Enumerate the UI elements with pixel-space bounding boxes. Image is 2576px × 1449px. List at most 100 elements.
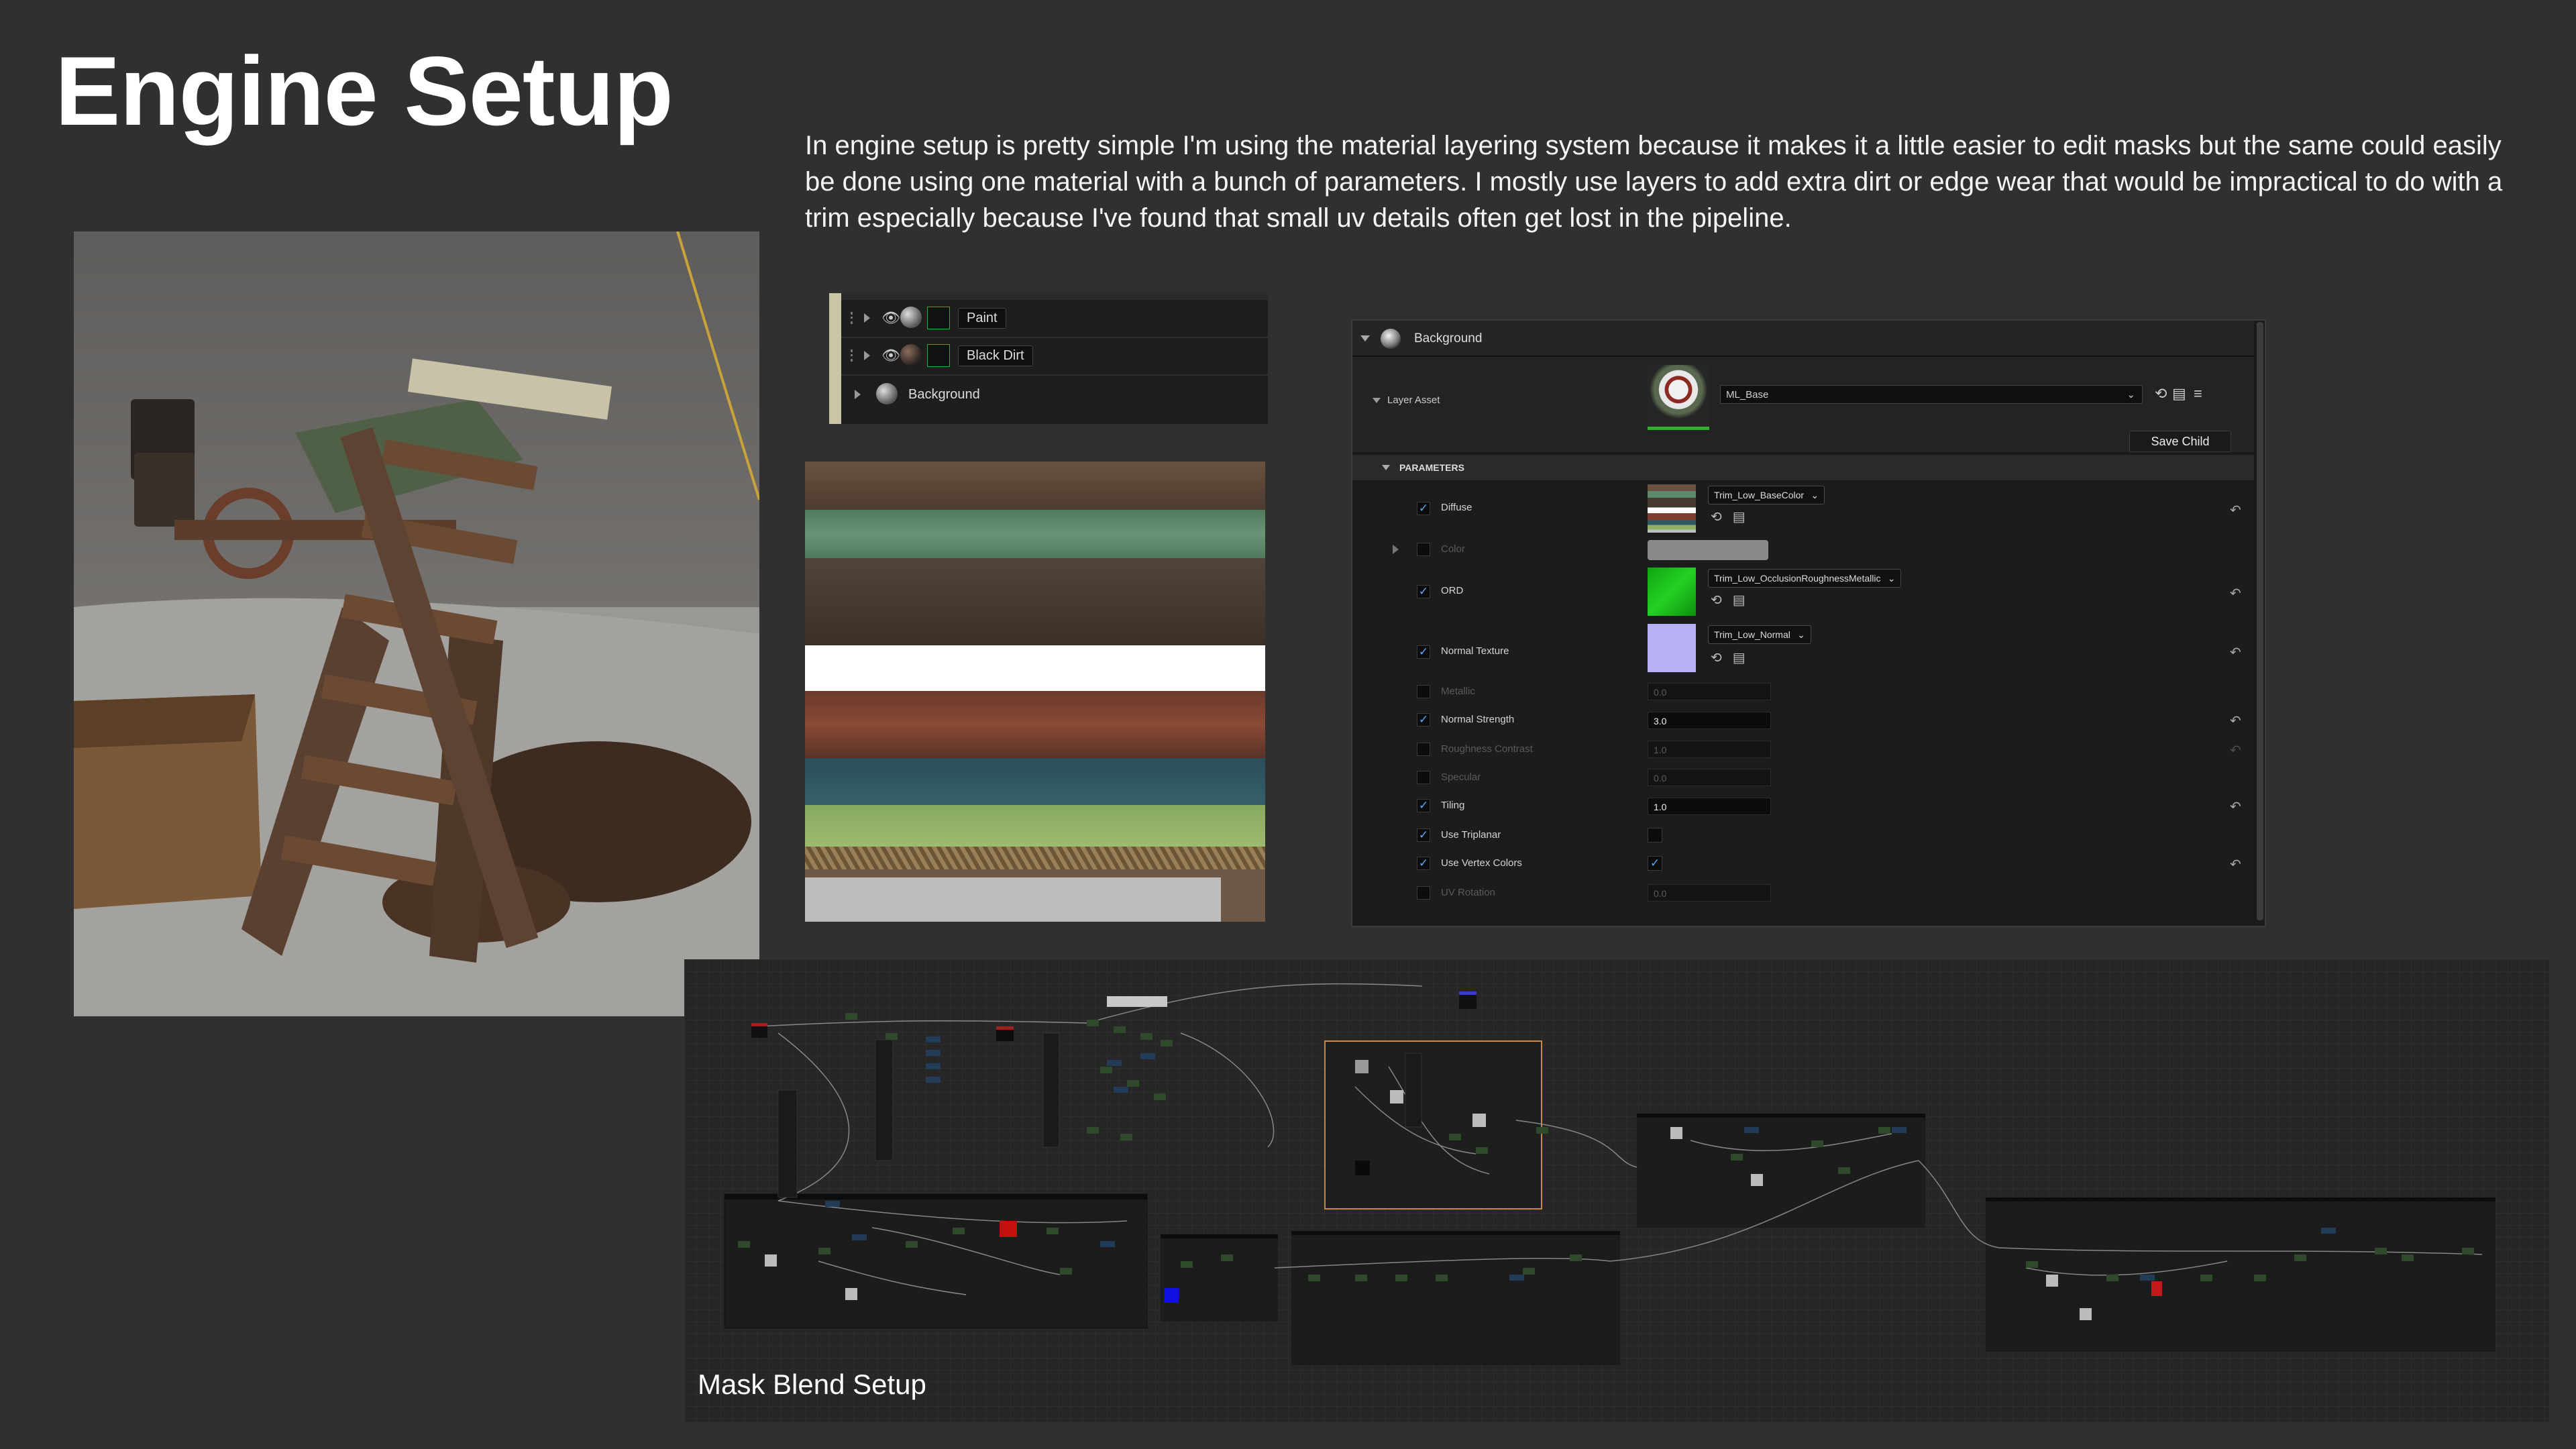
layer-row-background[interactable]: Background xyxy=(841,376,1268,413)
trim-texture-sheet xyxy=(805,462,1265,922)
color-swatch[interactable] xyxy=(1648,540,1768,560)
material-sphere-icon xyxy=(900,307,922,328)
layer-row-black-dirt[interactable]: 👁 Black Dirt xyxy=(841,337,1268,376)
layer-row-paint[interactable]: 👁 Paint xyxy=(841,300,1268,338)
trim-band-lime xyxy=(805,805,1265,847)
texture-dropdown[interactable]: Trim_Low_Normal ⌄ xyxy=(1708,625,1811,644)
props-render-image xyxy=(74,231,759,1016)
roughness-contrast-value-field[interactable]: 1.0 xyxy=(1648,741,1771,758)
chevron-down-icon: ⌄ xyxy=(1887,573,1896,584)
param-enable-checkbox[interactable] xyxy=(1417,685,1430,698)
layer-asset-dropdown[interactable]: ML_Base ⌄ xyxy=(1720,385,2143,404)
comment-box xyxy=(1986,1197,2496,1352)
collapse-arrow-icon[interactable] xyxy=(1360,335,1370,341)
param-row-use-vertex-colors: ✓ Use Vertex Colors ✓ ↶ xyxy=(1352,849,2254,880)
reset-icon[interactable]: ↶ xyxy=(2230,644,2241,661)
diffuse-texture-thumbnail[interactable] xyxy=(1648,484,1696,533)
param-row-diffuse: ✓ Diffuse Trim_Low_BaseColor ⌄ ⟲▤ ↶ xyxy=(1352,482,2254,538)
param-row-normal-texture: ✓ Normal Texture Trim_Low_Normal ⌄ ⟲▤ ↶ xyxy=(1352,620,2254,679)
visibility-eye-icon[interactable]: 👁 xyxy=(881,347,900,364)
comment-box xyxy=(724,1193,1148,1329)
ord-texture-thumbnail[interactable] xyxy=(1648,568,1696,616)
param-enable-checkbox[interactable] xyxy=(1417,743,1430,756)
layer-name-label: Background xyxy=(908,387,980,402)
param-enable-checkbox[interactable]: ✓ xyxy=(1417,502,1430,515)
layer-name-field[interactable]: Black Dirt xyxy=(958,345,1033,366)
expand-arrow-icon[interactable] xyxy=(864,351,870,360)
param-row-metallic: Metallic 0.0 xyxy=(1352,678,2254,707)
drag-handle-icon[interactable] xyxy=(851,350,858,362)
scrollbar[interactable] xyxy=(2257,322,2263,920)
drag-handle-icon[interactable] xyxy=(851,312,858,324)
param-row-ord: ✓ ORD Trim_Low_OcclusionRoughnessMetalli… xyxy=(1352,564,2254,621)
param-enable-checkbox[interactable] xyxy=(1417,886,1430,900)
reset-icon[interactable]: ↶ xyxy=(2230,585,2241,602)
use-triplanar-checkbox[interactable] xyxy=(1648,828,1662,843)
mask-blend-node-graph[interactable] xyxy=(684,959,2549,1422)
reset-icon[interactable]: ↶ xyxy=(2230,798,2241,815)
metallic-value-field[interactable]: 0.0 xyxy=(1648,683,1771,700)
page-description: In engine setup is pretty simple I'm usi… xyxy=(805,131,2503,233)
normal-texture-thumbnail[interactable] xyxy=(1648,624,1696,672)
param-enable-checkbox[interactable]: ✓ xyxy=(1417,828,1430,842)
material-sphere-icon xyxy=(900,344,922,366)
chevron-down-icon: ⌄ xyxy=(2127,389,2135,400)
material-layer-stack: 👁 Paint 👁 Black Dirt Background xyxy=(829,293,1268,424)
param-row-color: Color xyxy=(1352,537,2254,565)
param-enable-checkbox[interactable]: ✓ xyxy=(1417,585,1430,598)
layer-asset-thumbnail[interactable] xyxy=(1648,365,1709,430)
parameters-section-header[interactable]: PARAMETERS xyxy=(1352,455,2254,480)
param-enable-checkbox[interactable]: ✓ xyxy=(1417,799,1430,812)
param-row-normal-strength: ✓ Normal Strength 3.0 ↶ xyxy=(1352,706,2254,737)
browse-icon[interactable]: ▤ xyxy=(2172,385,2186,402)
reset-icon[interactable]: ↶ xyxy=(2230,742,2241,759)
page-title: Engine Setup xyxy=(55,36,674,146)
collapse-arrow-icon xyxy=(1373,398,1381,403)
mask-icon xyxy=(927,344,950,367)
material-sphere-icon xyxy=(876,383,898,405)
layer-asset-label: Layer Asset xyxy=(1373,394,1440,406)
param-enable-checkbox[interactable] xyxy=(1417,771,1430,784)
reset-icon[interactable]: ↶ xyxy=(2230,712,2241,729)
normal-strength-value-field[interactable]: 3.0 xyxy=(1648,712,1771,729)
uv-rotation-value-field[interactable]: 0.0 xyxy=(1648,884,1771,902)
chevron-down-icon: ⌄ xyxy=(1797,629,1805,640)
graph-caption: Mask Blend Setup xyxy=(698,1368,926,1400)
material-sphere-icon xyxy=(1381,329,1401,349)
param-enable-checkbox[interactable]: ✓ xyxy=(1417,713,1430,727)
param-enable-checkbox[interactable]: ✓ xyxy=(1417,857,1430,870)
trim-band-wood xyxy=(805,462,1265,510)
comment-box xyxy=(1291,1231,1620,1365)
background-layer-header[interactable]: Background xyxy=(1352,321,2254,357)
param-enable-checkbox[interactable]: ✓ xyxy=(1417,645,1430,659)
chevron-down-icon: ⌄ xyxy=(1811,490,1819,500)
expand-arrow-icon[interactable] xyxy=(1393,545,1399,554)
expand-arrow-icon[interactable] xyxy=(864,313,870,323)
tiling-value-field[interactable]: 1.0 xyxy=(1648,798,1771,815)
param-row-uv-rotation: UV Rotation 0.0 xyxy=(1352,879,2254,908)
texture-dropdown[interactable]: Trim_Low_OcclusionRoughnessMetallic ⌄ xyxy=(1708,569,1902,588)
specular-value-field[interactable]: 0.0 xyxy=(1648,769,1771,786)
use-selected-icon[interactable]: ⟲ xyxy=(2155,385,2167,402)
layer-header-label: Background xyxy=(1414,331,1483,345)
param-row-tiling: ✓ Tiling 1.0 ↶ xyxy=(1352,792,2254,822)
texture-dropdown[interactable]: Trim_Low_BaseColor ⌄ xyxy=(1708,486,1825,504)
save-child-button[interactable]: Save Child xyxy=(2129,431,2231,452)
collapse-arrow-icon[interactable] xyxy=(1382,465,1390,470)
comment-box xyxy=(1161,1234,1278,1322)
reset-icon[interactable]: ↶ xyxy=(2230,502,2241,519)
texture-asset-icons[interactable]: ⟲▤ xyxy=(1711,649,1756,666)
trim-band-rope xyxy=(805,847,1265,869)
mask-icon xyxy=(927,307,950,329)
filter-icon[interactable]: ≡ xyxy=(2194,385,2202,402)
trim-band-white xyxy=(805,645,1265,691)
layer-asset-row: Layer Asset ML_Base ⌄ ⟲ ▤ ≡ Save Child xyxy=(1352,357,2254,452)
texture-asset-icons[interactable]: ⟲▤ xyxy=(1711,508,1756,525)
expand-arrow-icon[interactable] xyxy=(855,390,861,399)
reset-icon[interactable]: ↶ xyxy=(2230,856,2241,873)
layer-name-field[interactable]: Paint xyxy=(958,308,1006,329)
use-vertex-colors-checkbox[interactable]: ✓ xyxy=(1648,856,1662,871)
visibility-eye-icon[interactable]: 👁 xyxy=(881,309,900,327)
texture-asset-icons[interactable]: ⟲▤ xyxy=(1711,592,1756,608)
param-enable-checkbox[interactable] xyxy=(1417,543,1430,556)
